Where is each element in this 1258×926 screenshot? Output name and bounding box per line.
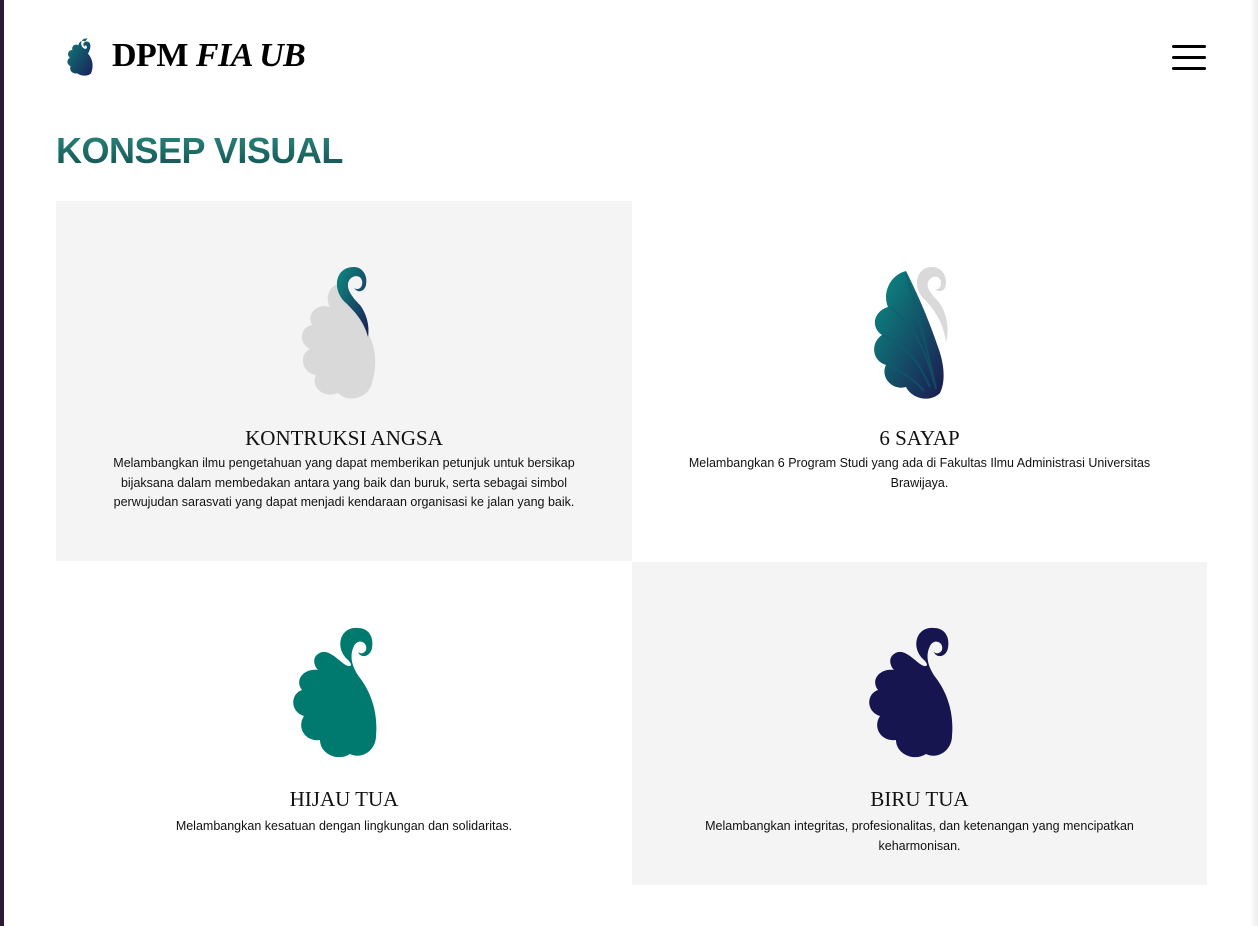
swan-construction-icon [301, 267, 376, 399]
hamburger-line [1172, 56, 1206, 59]
card-description: Melambangkan integritas, profesionalitas… [705, 819, 1134, 853]
concept-card: 6 SAYAP Melambangkan 6 Program Studi yan… [632, 201, 1207, 561]
concept-card: KONTRUKSI ANGSA Melambangkan ilmu penget… [56, 201, 632, 561]
brand-name: DPM FIA UB [112, 37, 306, 75]
card-description: Melambangkan ilmu pengetahuan yang dapat… [113, 456, 575, 509]
page: DPM FIA UB KONSEP VISUAL KONTRUKSI ANGSA… [4, 0, 1250, 926]
green-swan-icon [293, 627, 377, 758]
card-title: BIRU TUA [870, 787, 969, 811]
card-title: HIJAU TUA [289, 787, 399, 811]
concept-card: BIRU TUA Melambangkan integritas, profes… [632, 562, 1207, 885]
six-wings-icon [874, 267, 948, 399]
section-title: KONSEP VISUAL [56, 130, 343, 171]
site-header: DPM FIA UB [4, 0, 1250, 120]
brand-italic: FIA UB [195, 37, 306, 74]
swan-logo-icon [67, 38, 93, 76]
card-title: 6 SAYAP [879, 426, 960, 450]
hamburger-line [1172, 67, 1206, 70]
concept-card: HIJAU TUA Melambangkan kesatuan dengan l… [56, 562, 632, 885]
brand-main: DPM [112, 37, 188, 74]
card-description: Melambangkan kesatuan dengan lingkungan … [175, 819, 513, 833]
card-title: KONTRUKSI ANGSA [245, 426, 443, 450]
right-edge-shadow [1250, 0, 1258, 926]
navy-swan-icon [869, 627, 953, 758]
brand-link[interactable]: DPM FIA UB [64, 32, 306, 80]
hamburger-menu-button[interactable] [1170, 42, 1208, 72]
hamburger-menu-icon [1172, 45, 1206, 48]
card-description: Melambangkan 6 Program Studi yang ada di… [688, 456, 1151, 490]
concept-grid: KONTRUKSI ANGSA Melambangkan ilmu penget… [56, 201, 1207, 885]
